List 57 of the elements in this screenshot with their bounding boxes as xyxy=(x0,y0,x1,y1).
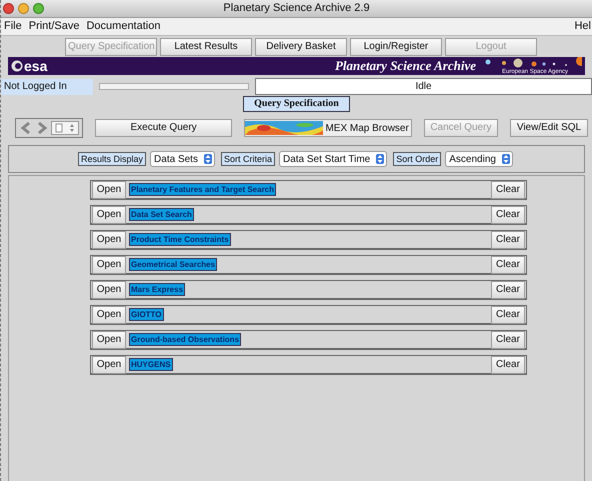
history-dropdown-icon[interactable] xyxy=(51,121,79,135)
clear-button[interactable]: Clear xyxy=(491,280,525,298)
sort-label: Sort Criteria xyxy=(220,152,275,166)
logo-icon xyxy=(11,60,23,72)
section-title: Geometrical Searches xyxy=(129,258,218,271)
menu-item[interactable]: Hel xyxy=(574,18,592,35)
open-button[interactable]: Open xyxy=(92,330,126,348)
dropdown[interactable]: Ascending xyxy=(445,151,513,167)
section-title: HUYGENS xyxy=(129,358,173,371)
open-button[interactable]: Open xyxy=(92,280,126,298)
open-button[interactable]: Open xyxy=(92,206,126,224)
sort-label: Results Display xyxy=(78,152,146,166)
status-field: Idle xyxy=(255,78,592,95)
open-button[interactable]: Open xyxy=(92,356,126,374)
nav-button[interactable]: Delivery Basket xyxy=(255,38,347,56)
back-icon[interactable] xyxy=(19,121,33,135)
sort-label: Sort Order xyxy=(393,152,442,166)
close-icon[interactable] xyxy=(3,3,14,14)
clear-button[interactable]: Clear xyxy=(491,330,525,348)
login-status: Not Logged In xyxy=(1,78,93,94)
clear-button[interactable]: Clear xyxy=(491,206,525,224)
section-title: Product Time Constraints xyxy=(129,233,231,246)
dropdown-arrows-icon xyxy=(204,154,211,164)
zoom-icon[interactable] xyxy=(33,3,44,14)
clear-button[interactable]: Clear xyxy=(491,306,525,324)
clear-button[interactable]: Clear xyxy=(491,356,525,374)
dropdown-arrows-icon xyxy=(377,154,384,164)
map-thumbnail-icon xyxy=(244,121,324,135)
forward-icon[interactable] xyxy=(35,121,49,135)
dropdown[interactable]: Data Sets xyxy=(150,151,215,167)
open-button[interactable]: Open xyxy=(92,256,126,274)
banner-title: Planetary Science Archive xyxy=(334,57,476,75)
open-button[interactable]: Open xyxy=(92,180,126,198)
logo-text: esa xyxy=(24,59,48,73)
dropdown[interactable]: Data Set Start Time xyxy=(278,151,388,167)
open-button[interactable]: Open xyxy=(92,230,126,248)
panel-title: Query Specification xyxy=(243,96,350,112)
nav-button[interactable]: Login/Register xyxy=(350,38,442,56)
section-title: GIOTTO xyxy=(129,308,164,321)
clear-button[interactable]: Clear xyxy=(491,256,525,274)
menu-item[interactable]: File xyxy=(4,18,22,35)
section-title: Ground-based Observations xyxy=(129,333,242,346)
clear-button[interactable]: Clear xyxy=(491,230,525,248)
edit-sql-button[interactable]: View/Edit SQL xyxy=(510,119,588,137)
clear-button[interactable]: Clear xyxy=(491,180,525,198)
nav-button[interactable]: Latest Results xyxy=(160,38,252,56)
dropdown-arrows-icon xyxy=(502,154,509,164)
execute-query-button[interactable]: Execute Query xyxy=(95,119,232,137)
menu-item[interactable]: Print/Save xyxy=(28,18,80,35)
section-title: Data Set Search xyxy=(129,208,194,221)
section-title: Planetary Features and Target Search xyxy=(129,183,276,196)
minimize-icon[interactable] xyxy=(18,3,29,14)
window-title: Planetary Science Archive 2.9 xyxy=(223,1,370,16)
menu-item[interactable]: Documentation xyxy=(86,18,160,35)
open-button[interactable]: Open xyxy=(92,306,126,324)
map-browser-button[interactable]: MEX Map Browser xyxy=(244,119,412,137)
section-title: Mars Express xyxy=(129,283,186,296)
